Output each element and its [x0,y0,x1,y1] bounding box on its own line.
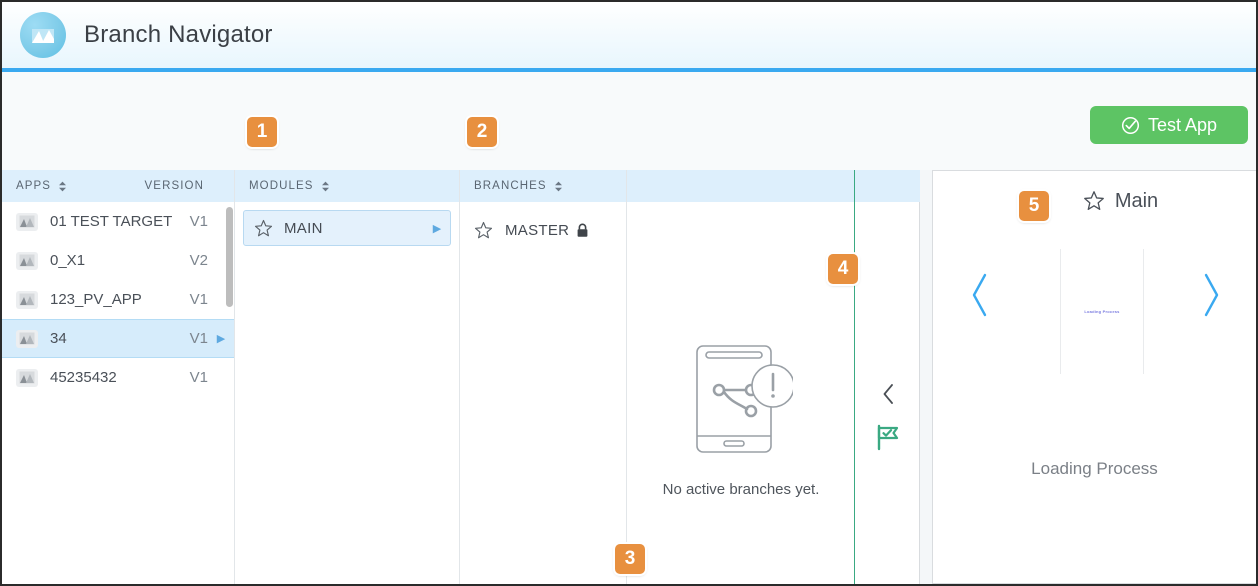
app-thumbnail-icon [16,368,38,387]
app-thumbnail-icon [16,329,38,348]
list-item-selected[interactable]: MAIN ▶ [243,210,451,246]
step-badge-1: 1 [247,117,277,147]
chevron-left-icon [881,383,896,405]
app-version: V1 [189,369,208,386]
modules-column: MODULES MAIN ▶ [235,170,460,584]
app-version: V1 [189,330,208,347]
app-name: 34 [50,330,67,347]
check-circle-icon [1121,116,1140,135]
sort-chevrons-icon[interactable] [58,181,67,192]
app-thumbnail-icon [16,212,38,231]
flag-check-icon [874,423,902,451]
branch-name: MASTER [505,221,570,239]
test-app-button[interactable]: Test App [1090,106,1248,144]
carousel-prev-button[interactable] [969,272,991,323]
app-name: 123_PV_APP [50,291,142,308]
step-badge-5: 5 [1019,191,1049,221]
list-item[interactable]: 123_PV_APP V1 ▶ [2,280,234,319]
app-version: V2 [189,252,208,269]
app-name: 45235432 [50,369,117,386]
list-item[interactable]: MASTER [460,211,626,249]
branches-column-header[interactable]: BRANCHES [460,170,626,202]
modules-column-header[interactable]: MODULES [235,170,459,202]
application-window: Branch Navigator 1 2 Test App APPS VERSI… [0,0,1258,586]
branch-detail-column [627,170,855,584]
sort-chevrons-icon[interactable] [321,181,330,192]
flag-checked-button[interactable] [870,420,906,454]
step-badge-2: 2 [467,117,497,147]
lock-icon [576,223,589,238]
step-badge-4: 4 [828,254,858,284]
list-item-selected[interactable]: 34 V1 ▶ [2,319,234,358]
version-header-label: VERSION [144,180,204,192]
branches-header-label: BRANCHES [474,180,547,192]
page-title: Branch Navigator [84,21,273,48]
actions-column [855,170,920,584]
screen-thumbnail[interactable]: Loading Process [1060,249,1144,374]
list-item[interactable]: 01 TEST TARGET V1 ▶ [2,202,234,241]
app-version: V1 [189,213,208,230]
star-outline-icon[interactable] [1083,190,1105,212]
app-version: V1 [189,291,208,308]
apps-column-header[interactable]: APPS VERSION [2,170,234,202]
actions-column-header [855,170,920,202]
detail-column-header [627,170,854,202]
browser-panel: APPS VERSION 01 TEST TARGET V1 0_X1 V2 1… [2,170,920,584]
preview-header: Main [933,171,1256,231]
apps-list: 01 TEST TARGET V1 ▶ 0_X1 [2,202,234,397]
thumbnail-loading-label: Loading Process [1084,309,1120,314]
branches-column: BRANCHES MASTER [460,170,627,584]
preview-carousel: Loading Process [933,231,1256,481]
module-name: MAIN [284,219,323,237]
apps-list-scrollbar[interactable] [226,207,233,307]
apps-header-label: APPS [16,180,52,192]
app-thumbnail-icon [16,290,38,309]
modules-header-label: MODULES [249,180,314,192]
branch-navigator-logo-icon [20,12,66,58]
row-open-arrow-icon[interactable]: ▶ [208,332,234,345]
app-thumbnail-icon [16,251,38,270]
preview-panel: Main Loading Process Loading Process [932,170,1256,584]
carousel-next-button[interactable] [1200,272,1222,323]
apps-column: APPS VERSION 01 TEST TARGET V1 0_X1 V2 1… [2,170,235,584]
collapse-panel-button[interactable] [874,380,902,408]
list-item[interactable]: 0_X1 V2 ▶ [2,241,234,280]
sort-chevrons-icon[interactable] [554,181,563,192]
list-item[interactable]: 45235432 V1 ▶ [2,358,234,397]
star-outline-icon[interactable] [474,221,493,240]
toolbar [2,72,1256,170]
app-header: Branch Navigator [2,2,1256,68]
content-area: APPS VERSION 01 TEST TARGET V1 0_X1 V2 1… [2,170,1256,584]
row-open-arrow-icon[interactable]: ▶ [424,222,450,235]
step-badge-3: 3 [615,544,645,574]
app-name: 01 TEST TARGET [50,213,173,230]
test-app-label: Test App [1147,114,1218,135]
app-name: 0_X1 [50,252,86,269]
star-outline-icon[interactable] [254,219,273,238]
preview-title: Main [1114,189,1159,212]
